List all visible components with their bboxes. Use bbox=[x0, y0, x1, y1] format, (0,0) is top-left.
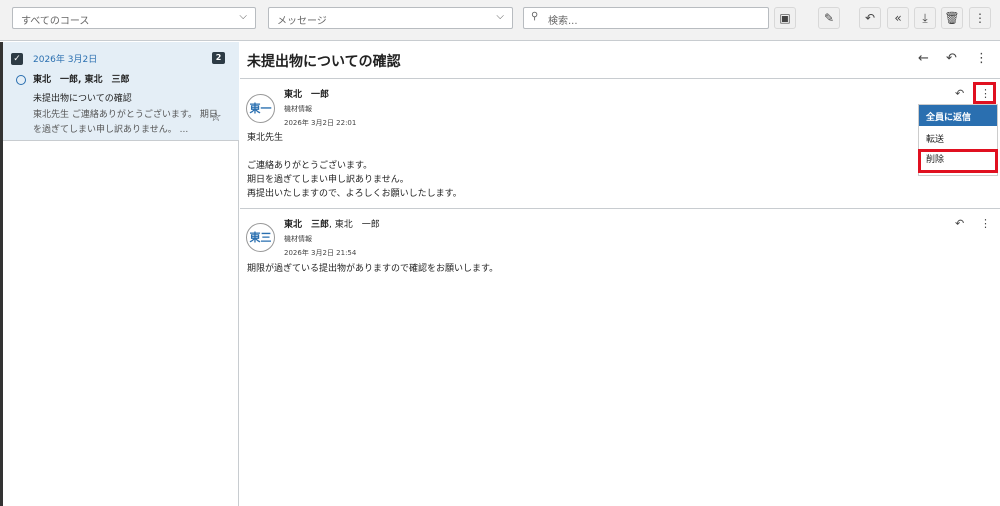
highlight-box bbox=[973, 82, 996, 104]
course-select-value: すべてのコース bbox=[21, 16, 90, 27]
more-vertical-icon[interactable]: ⋮ bbox=[980, 217, 991, 230]
subject: 未提出物についての確認 bbox=[33, 94, 132, 104]
course: 機材情報 bbox=[284, 235, 312, 243]
address-book-button[interactable]: ▣ bbox=[774, 7, 796, 29]
conversation-list: ✓ 2026年 3月2日 2 東北 一郎, 東北 三郎 未提出物についての確認 … bbox=[0, 42, 239, 506]
sender: 東北 三郎 bbox=[284, 220, 330, 230]
search-icon: ⚲ bbox=[531, 11, 539, 22]
reply-icon[interactable]: ↶ bbox=[946, 51, 957, 66]
compose-button[interactable]: ✎ bbox=[818, 7, 840, 29]
reply-button[interactable]: ↶ bbox=[859, 7, 881, 29]
message: 東三 東北 三郎, 東北 一郎 機材情報 2026年 3月2日 21:54 期限… bbox=[240, 210, 1000, 280]
timestamp: 2026年 3月2日 21:54 bbox=[284, 249, 357, 257]
sender: 東北 一郎 bbox=[284, 90, 330, 100]
menu-item-reply-all[interactable]: 全員に返信 bbox=[919, 105, 997, 126]
address-book-icon: ▣ bbox=[779, 11, 791, 25]
reply-icon[interactable]: ↶ bbox=[955, 217, 964, 230]
more-vertical-icon[interactable]: ⋮ bbox=[975, 51, 988, 66]
compose-icon: ✎ bbox=[823, 11, 835, 25]
search-placeholder: 検索... bbox=[548, 16, 578, 27]
avatar: 東一 bbox=[246, 94, 275, 123]
reply-all-button[interactable]: « bbox=[887, 7, 909, 29]
reply-all-icon: « bbox=[894, 11, 902, 25]
type-select[interactable]: メッセージ ⌵ bbox=[268, 7, 513, 29]
archive-button[interactable]: ⤓ bbox=[914, 7, 936, 29]
conversation-title: 未提出物についての確認 bbox=[247, 54, 401, 70]
checkbox[interactable]: ✓ bbox=[11, 53, 23, 65]
participants: 東北 一郎, 東北 三郎 bbox=[33, 75, 130, 85]
message-count-badge: 2 bbox=[212, 52, 225, 64]
more-vertical-icon: ⋮ bbox=[974, 11, 986, 25]
avatar: 東三 bbox=[246, 223, 275, 252]
course-select[interactable]: すべてのコース ⌵ bbox=[12, 7, 256, 29]
message: 東一 東北 一郎 機材情報 2026年 3月2日 22:01 東北先生 ご連絡あ… bbox=[240, 79, 1000, 209]
chevron-down-icon: ⌵ bbox=[496, 11, 504, 22]
recipients: , 東北 一郎 bbox=[329, 220, 380, 230]
delete-button[interactable]: 🗑 bbox=[941, 7, 963, 29]
message-body: 東北先生 ご連絡ありがとうございます。 期日を過ぎてしまい申し訳ありません。 再… bbox=[247, 133, 462, 199]
type-select-value: メッセージ bbox=[277, 16, 327, 27]
menu-item-forward[interactable]: 転送 bbox=[919, 126, 997, 147]
timestamp: 2026年 3月2日 22:01 bbox=[284, 119, 357, 127]
highlight-box bbox=[918, 149, 998, 173]
chevron-down-icon: ⌵ bbox=[239, 11, 247, 22]
conversation-view: 未提出物についての確認 ← ↶ ⋮ 東一 東北 一郎 機材情報 2026年 3月… bbox=[240, 42, 1000, 506]
download-icon: ⤓ bbox=[922, 11, 928, 25]
star-icon[interactable]: ☆ bbox=[210, 110, 222, 125]
more-button[interactable]: ⋮ bbox=[969, 7, 991, 29]
back-arrow-icon[interactable]: ← bbox=[918, 51, 929, 66]
message-body: 期限が過ぎている提出物がありますので確認をお願いします。 bbox=[247, 264, 499, 274]
trash-icon: 🗑 bbox=[944, 11, 960, 25]
reply-icon: ↶ bbox=[864, 11, 876, 25]
search-input[interactable]: ⚲ 検索... bbox=[523, 7, 769, 29]
unread-toggle[interactable] bbox=[16, 75, 26, 85]
course: 機材情報 bbox=[284, 105, 312, 113]
conversation-item[interactable]: ✓ 2026年 3月2日 2 東北 一郎, 東北 三郎 未提出物についての確認 … bbox=[3, 42, 239, 141]
toolbar: すべてのコース ⌵ メッセージ ⌵ ⚲ 検索... ▣ ✎ ↶ « ⤓ 🗑 ⋮ bbox=[0, 0, 1000, 41]
conversation-date: 2026年 3月2日 bbox=[33, 55, 98, 65]
preview: を過ぎてしまい申し訳ありません。 ... bbox=[33, 125, 189, 135]
preview: 東北先生 ご連絡ありがとうございます。 期日 bbox=[33, 110, 218, 120]
reply-icon[interactable]: ↶ bbox=[955, 87, 964, 100]
